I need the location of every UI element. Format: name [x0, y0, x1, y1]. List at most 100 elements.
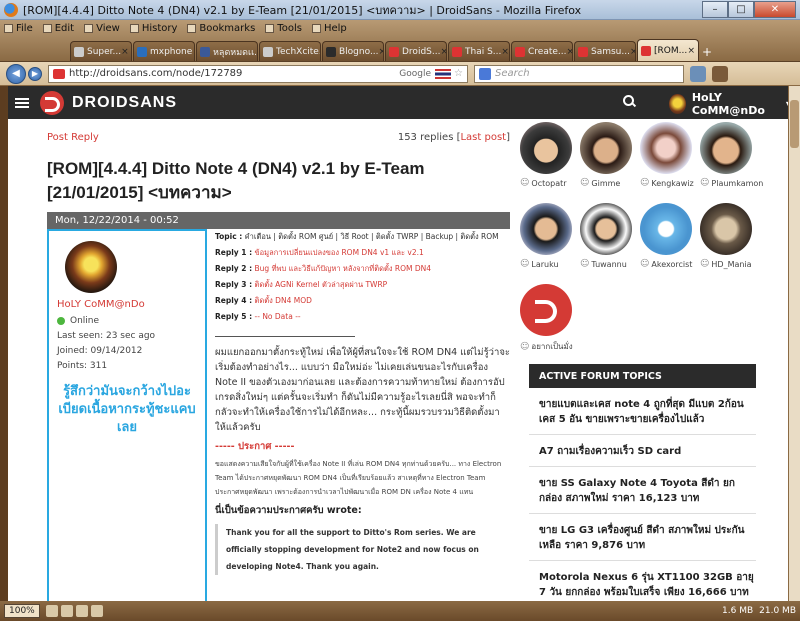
user-card[interactable]: ☺ Plaumkamon: [700, 122, 763, 203]
reply-link[interactable]: Bug ที่พบ และวิธีแก้ปัญหา หลังจากที่ติดต…: [252, 264, 431, 273]
tab-favicon-icon: [452, 46, 462, 57]
menu-file[interactable]: File: [4, 23, 33, 34]
browser-tab[interactable]: Blogno...×: [322, 41, 384, 61]
site-brand[interactable]: DROIDSANS: [40, 86, 177, 119]
tab-label: Samsu...: [591, 46, 630, 57]
reply-link[interactable]: ติดตั้ง AGNi Kernel ตัวล่าสุดผ่าน TWRP: [252, 280, 388, 289]
tab-favicon-icon: [641, 45, 651, 56]
smiley-icon: ☺: [580, 259, 590, 269]
reply-link[interactable]: ข้อมูลการเปลี่ยนแปลงของ ROM DN4 v1 และ v…: [252, 248, 424, 257]
addon-icon[interactable]: [75, 605, 88, 617]
announcement-text: ขอแสดงความเสียใจกับผู้ที่ใช้เครื่อง Note…: [215, 460, 502, 496]
browser-tab[interactable]: Thai S... ×: [448, 41, 510, 61]
page-viewport: DROIDSANS HoLY CoMM@nDo ▼ Post Reply 153…: [0, 86, 800, 601]
minimize-button[interactable]: –: [702, 0, 728, 18]
google-label: Google: [399, 68, 432, 79]
browser-tab[interactable]: TechXcite.c...×: [259, 41, 321, 61]
site-favicon-icon: [53, 68, 65, 79]
user-card[interactable]: ☺ Tuwannu: [580, 203, 640, 284]
topic-line: Topic : คำเตือน | ติดตั้ง ROM ศูนย์ | วิ…: [215, 232, 499, 241]
tab-favicon-icon: [74, 46, 84, 57]
active-forum-topics: ACTIVE FORUM TOPICS ขายแบตและเคส note 4 …: [529, 364, 756, 601]
search-placeholder: Search: [495, 68, 530, 79]
tab-close-icon[interactable]: ×: [630, 47, 635, 57]
author-avatar[interactable]: [65, 241, 117, 293]
menu-history[interactable]: History: [129, 23, 177, 34]
page-scrollbar[interactable]: [788, 86, 800, 601]
menu-tools[interactable]: Tools: [265, 23, 302, 34]
reply-link[interactable]: ติดตั้ง DN4 MOD: [252, 296, 312, 305]
status-bar: 100% 1.6 MB 21.0 MB: [0, 601, 800, 621]
thai-flag-icon: [435, 68, 452, 79]
tab-close-icon[interactable]: ×: [687, 46, 695, 56]
addon-icon[interactable]: [45, 605, 58, 617]
user-card[interactable]: ☺ HD_Mania: [700, 203, 760, 284]
announcement-heading: ----- ประกาศ -----: [215, 441, 295, 452]
download-icon[interactable]: [690, 65, 706, 82]
forum-topic-link[interactable]: ขาย SS Galaxy Note 4 Toyota สีดำ ยกกล่อง…: [529, 467, 756, 514]
back-button[interactable]: ◀: [6, 63, 26, 84]
user-card[interactable]: ☺ Laruku: [520, 203, 580, 284]
forward-button[interactable]: ▶: [28, 66, 42, 81]
user-card[interactable]: ☺ Akexorcist: [640, 203, 700, 284]
forum-topic-link[interactable]: A7 ถามเรื่องความเร็ว SD card: [529, 435, 756, 467]
home-icon[interactable]: [712, 65, 728, 82]
browser-tab[interactable]: mxphone |×: [133, 41, 195, 61]
browser-tab[interactable]: DroidS...×: [385, 41, 447, 61]
sidebar: ☺ Octopatr ☺ Gimme ☺ Kengkawiz ☺ Plaumkamon …: [520, 122, 763, 598]
smiley-icon: ☺: [640, 259, 650, 269]
addon-icon[interactable]: [60, 605, 73, 617]
menu-edit[interactable]: Edit: [42, 23, 74, 34]
browser-tab[interactable]: Samsu...×: [574, 41, 636, 61]
user-card[interactable]: ☺ Gimme: [580, 122, 640, 203]
tab-close-icon[interactable]: ×: [501, 47, 509, 57]
menu-view[interactable]: View: [84, 23, 120, 34]
search-icon[interactable]: [623, 95, 636, 108]
want-to-be-card[interactable]: ☺ อยากเป็นมั่ง: [520, 284, 580, 365]
author-name[interactable]: HoLY CoMM@nDo: [57, 299, 197, 310]
address-bar[interactable]: http://droidsans.com/node/172789 Google …: [48, 64, 468, 83]
smiley-icon: ☺: [700, 259, 710, 269]
post: HoLY CoMM@nDo Online Last seen: 23 sec a…: [47, 229, 510, 601]
forum-topic-link[interactable]: ขายแบตและเคส note 4 ถูกที่สุด มีแบต 2ก้อ…: [529, 388, 756, 435]
tab-close-icon[interactable]: ×: [440, 47, 446, 57]
smiley-icon: ☺: [700, 178, 710, 188]
tab-label: [ROM...: [654, 45, 688, 56]
tab-favicon-icon: [326, 46, 336, 57]
reply-line: Reply 5 : -- No Data --: [215, 312, 301, 321]
joined-date: Joined: 09/14/2012: [57, 346, 143, 356]
scrollbar-thumb[interactable]: [790, 100, 799, 148]
post-reply-link[interactable]: Post Reply: [47, 132, 99, 148]
menu-bookmarks[interactable]: Bookmarks: [187, 23, 255, 34]
user-card[interactable]: ☺ Octopatr: [520, 122, 580, 203]
main-column: Post Reply 153 replies [Last post] [ROM]…: [47, 132, 510, 601]
tab-close-icon[interactable]: ×: [379, 47, 383, 57]
browser-tab[interactable]: Super... ×: [70, 41, 132, 61]
forum-topic-link[interactable]: ขาย LG G3 เครื่องศูนย์ สีดำ สภาพใหม่ ประ…: [529, 514, 756, 561]
forum-topic-link[interactable]: Motorola Nexus 6 รุ่น XT1100 32GB อายุ 7…: [529, 561, 756, 601]
maximize-button[interactable]: □: [728, 0, 754, 18]
tab-close-icon[interactable]: ×: [121, 47, 129, 57]
menu-help[interactable]: Help: [311, 23, 347, 34]
memory-usage: 1.6 MB: [722, 606, 754, 616]
last-post-link[interactable]: Last post: [460, 132, 506, 143]
zoom-level[interactable]: 100%: [4, 604, 40, 618]
hamburger-menu-icon[interactable]: [15, 96, 29, 110]
search-box[interactable]: Search: [474, 64, 684, 83]
tab-label: หลุดหมดเเ...: [213, 47, 258, 58]
reply-line: Reply 4 : ติดตั้ง DN4 MOD: [215, 296, 312, 305]
tab-close-icon[interactable]: ×: [567, 47, 573, 57]
new-tab-button[interactable]: +: [702, 45, 718, 61]
browser-tab[interactable]: Create...×: [511, 41, 573, 61]
addon-icon[interactable]: [90, 605, 103, 617]
browser-tab[interactable]: [ROM... ×: [637, 39, 699, 61]
tab-favicon-icon: [515, 46, 525, 57]
user-card[interactable]: ☺ Kengkawiz: [640, 122, 700, 203]
close-window-button[interactable]: ✕: [754, 0, 796, 18]
avatar: [669, 94, 686, 114]
bookmark-star-icon[interactable]: ☆: [454, 68, 463, 79]
user-menu[interactable]: HoLY CoMM@nDo ▼: [669, 91, 792, 117]
tab-label: TechXcite.c...: [276, 46, 321, 57]
browser-tab[interactable]: หลุดหมดเเ...×: [196, 41, 258, 61]
smiley-icon: ☺: [520, 178, 530, 188]
